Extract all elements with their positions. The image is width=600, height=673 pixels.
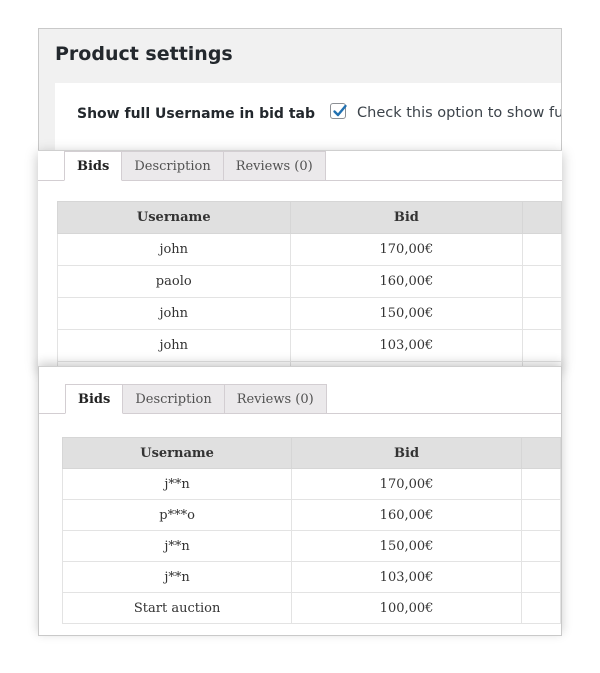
- table-header-row: Username Bid: [61, 437, 561, 469]
- table-row: john 150,00€: [57, 297, 562, 330]
- table-row: Start auction 100,00€: [61, 592, 561, 624]
- bid-cell: 170,00€: [291, 468, 522, 500]
- bid-cell: 160,00€: [291, 499, 522, 531]
- username-cell: john: [57, 329, 291, 362]
- extra-cell: [522, 329, 562, 362]
- column-header-bid: Bid: [291, 437, 522, 469]
- bids-table: Username Bid j**n 170,00€ p***o 160,00€ …: [61, 437, 561, 624]
- extra-cell: [520, 561, 561, 593]
- column-header-username: Username: [61, 437, 293, 469]
- username-cell: p***o: [61, 499, 293, 531]
- table-row: john 103,00€: [57, 329, 562, 362]
- tab-reviews[interactable]: Reviews (0): [223, 151, 326, 181]
- column-header-bid: Bid: [289, 201, 524, 234]
- table-row: j**n 150,00€: [61, 530, 561, 562]
- setting-label: Show full Username in bid tab: [77, 106, 315, 122]
- bid-cell: 170,00€: [289, 233, 524, 266]
- bid-cell: 100,00€: [291, 592, 522, 624]
- checkbox-description: Check this option to show ful: [357, 105, 562, 121]
- bids-panel-masked: Bids Description Reviews (0) Username Bi…: [38, 366, 562, 636]
- username-cell: j**n: [61, 468, 293, 500]
- tab-description[interactable]: Description: [123, 384, 225, 414]
- bid-cell: 103,00€: [291, 561, 522, 593]
- table-row: j**n 170,00€: [61, 468, 561, 500]
- username-cell: Start auction: [61, 592, 293, 624]
- extra-cell: [520, 499, 561, 531]
- tab-bids[interactable]: Bids: [64, 151, 123, 181]
- column-header-username: Username: [57, 201, 291, 234]
- bids-panel-full: Bids Description Reviews (0) Username Bi…: [38, 150, 562, 367]
- extra-cell: [522, 233, 562, 266]
- tab-bids[interactable]: Bids: [65, 384, 124, 414]
- table-header-row: Username Bid: [57, 201, 562, 234]
- username-cell: j**n: [61, 561, 293, 593]
- username-cell: john: [57, 297, 291, 330]
- table-row: paolo 160,00€: [57, 265, 562, 298]
- checkmark-icon: [333, 104, 347, 117]
- product-tabs: Bids Description Reviews (0): [65, 384, 327, 414]
- column-header-extra: [520, 437, 561, 469]
- panel-title: Product settings: [55, 43, 233, 65]
- username-cell: john: [57, 233, 291, 266]
- tab-description[interactable]: Description: [122, 151, 224, 181]
- table-row: john 170,00€: [57, 233, 562, 266]
- bid-cell: 160,00€: [289, 265, 524, 298]
- extra-cell: [522, 297, 562, 330]
- product-settings-panel: Product settings Show full Username in b…: [38, 28, 562, 150]
- bid-cell: 103,00€: [289, 329, 524, 362]
- extra-cell: [522, 265, 562, 298]
- bid-cell: 150,00€: [291, 530, 522, 562]
- table-row: j**n 103,00€: [61, 561, 561, 593]
- extra-cell: [520, 530, 561, 562]
- table-row: p***o 160,00€: [61, 499, 561, 531]
- bid-cell: 150,00€: [289, 297, 524, 330]
- tab-reviews[interactable]: Reviews (0): [224, 384, 327, 414]
- bids-table: Username Bid john 170,00€ paolo 160,00€ …: [57, 201, 562, 367]
- username-cell: paolo: [57, 265, 291, 298]
- extra-cell: [520, 592, 561, 624]
- product-tabs: Bids Description Reviews (0): [64, 151, 326, 181]
- extra-cell: [520, 468, 561, 500]
- setting-row: Show full Username in bid tab Check this…: [55, 83, 562, 150]
- column-header-extra: [522, 201, 562, 234]
- show-full-username-checkbox[interactable]: [330, 103, 347, 119]
- username-cell: j**n: [61, 530, 293, 562]
